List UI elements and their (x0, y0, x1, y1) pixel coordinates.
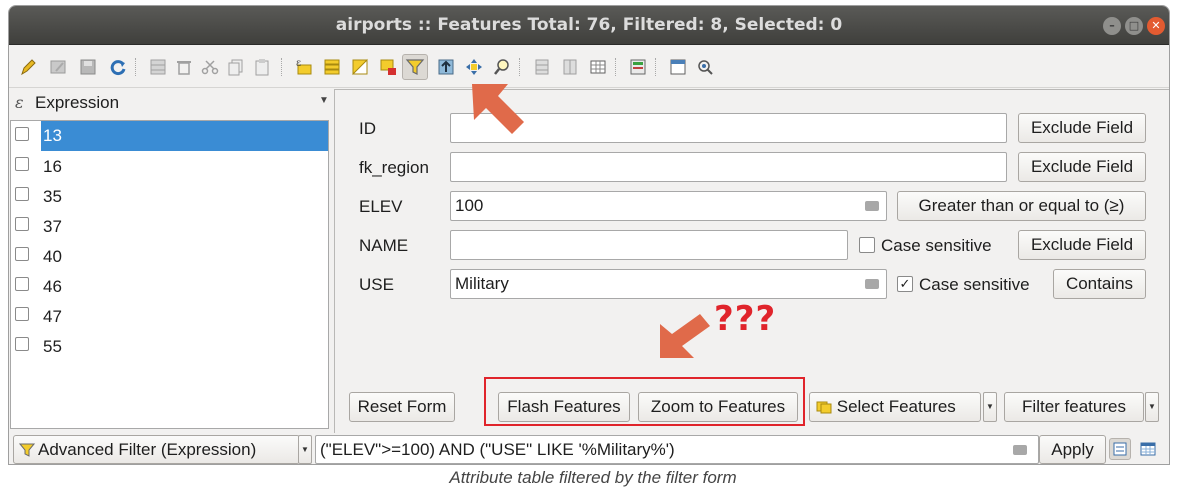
copy-icon[interactable] (225, 56, 247, 78)
use-case-sensitive-checkbox[interactable]: ✓ (897, 276, 913, 292)
filter-form-icon[interactable] (402, 54, 428, 80)
filter-bar: Advanced Filter (Expression) ▼ ("ELEV">=… (9, 433, 1169, 464)
elev-operator-button[interactable]: Greater than or equal to (≥) (897, 191, 1146, 221)
list-item[interactable]: 16 (11, 151, 328, 181)
new-field-icon[interactable] (587, 56, 609, 78)
row-checkbox[interactable] (15, 157, 29, 171)
figure-caption: Attribute table filtered by the filter f… (449, 468, 737, 487)
list-item[interactable]: 46 (11, 271, 328, 301)
select-all-icon[interactable] (321, 56, 343, 78)
name-case-sensitive-label: Case sensitive (881, 236, 992, 255)
elev-field[interactable]: 100 (450, 191, 887, 221)
apply-button[interactable]: Apply (1039, 435, 1106, 464)
clear-icon[interactable] (865, 201, 879, 211)
conditional-format-icon[interactable] (667, 56, 689, 78)
annotation-highlight-box (484, 377, 805, 426)
field-label-id: ID (359, 119, 376, 138)
display-expression-header[interactable]: ε Expression ▼ (9, 89, 333, 115)
paste-icon[interactable] (251, 56, 273, 78)
fk-region-field[interactable] (450, 152, 1007, 182)
paste-cells-icon[interactable] (559, 56, 581, 78)
feature-list-panel: ε Expression ▼ 13 16 35 37 40 46 47 55 (9, 89, 333, 429)
list-item[interactable]: 47 (11, 301, 328, 331)
annotation-arrow-down (660, 314, 710, 358)
save-icon[interactable] (77, 56, 99, 78)
pencil-icon[interactable] (17, 56, 39, 78)
reset-form-button[interactable]: Reset Form (349, 392, 455, 422)
reload-icon[interactable] (107, 56, 129, 78)
copy-cells-icon[interactable] (531, 56, 553, 78)
close-button[interactable]: ✕ (1147, 17, 1165, 35)
id-field[interactable] (450, 113, 1007, 143)
clear-icon[interactable] (1013, 445, 1027, 455)
list-item[interactable]: 55 (11, 331, 328, 361)
row-checkbox[interactable] (15, 277, 29, 291)
pan-icon[interactable] (463, 56, 485, 78)
window-title: airports :: Features Total: 76, Filtered… (335, 15, 843, 35)
select-features-dropdown[interactable]: ▼ (983, 392, 997, 422)
delete-icon[interactable] (173, 56, 195, 78)
row-checkbox[interactable] (15, 217, 29, 231)
feature-list[interactable]: 13 16 35 37 40 46 47 55 (10, 120, 329, 429)
row-checkbox[interactable] (15, 337, 29, 351)
title-bar[interactable]: airports :: Features Total: 76, Filtered… (9, 6, 1169, 45)
filter-icon (19, 443, 35, 457)
table-view-icon[interactable] (1137, 438, 1159, 460)
field-label-elev: ELEV (359, 197, 403, 216)
select-features-button[interactable]: Select Features (809, 392, 981, 422)
form-view-icon[interactable] (1109, 438, 1131, 460)
filter-features-dropdown[interactable]: ▼ (1145, 392, 1159, 422)
actions-icon[interactable] (695, 56, 717, 78)
display-expression-label: Expression (35, 93, 120, 112)
fk-region-exclude-field-button[interactable]: Exclude Field (1018, 152, 1146, 182)
id-exclude-field-button[interactable]: Exclude Field (1018, 113, 1146, 143)
name-field[interactable] (450, 230, 848, 260)
add-feature-icon[interactable] (147, 56, 169, 78)
list-item[interactable]: 40 (11, 241, 328, 271)
row-checkbox[interactable] (15, 187, 29, 201)
list-item[interactable]: 13 (11, 121, 328, 151)
field-calculator-icon[interactable] (627, 56, 649, 78)
multi-edit-icon[interactable] (47, 56, 69, 78)
select-features-icon (816, 401, 832, 414)
name-case-sensitive-checkbox[interactable] (859, 237, 875, 253)
filter-features-button[interactable]: Filter features (1004, 392, 1144, 422)
chevron-down-icon[interactable]: ▼ (319, 95, 329, 106)
list-item[interactable]: 37 (11, 211, 328, 241)
field-label-name: NAME (359, 236, 409, 255)
list-item[interactable]: 35 (11, 181, 328, 211)
zoom-icon[interactable] (491, 56, 513, 78)
cut-icon[interactable] (199, 56, 221, 78)
expression-select-icon[interactable]: ε (293, 56, 315, 78)
row-checkbox[interactable] (15, 247, 29, 261)
svg-text:ε: ε (296, 58, 301, 69)
row-checkbox[interactable] (15, 127, 29, 141)
maximize-button[interactable]: □ (1125, 17, 1143, 35)
use-field[interactable]: Military (450, 269, 887, 299)
clear-icon[interactable] (865, 279, 879, 289)
toolbar: ε (9, 46, 1169, 88)
deselect-icon[interactable] (377, 56, 399, 78)
name-exclude-field-button[interactable]: Exclude Field (1018, 230, 1146, 260)
use-operator-button[interactable]: Contains (1053, 269, 1146, 299)
annotation-question-marks: ??? (714, 299, 777, 339)
use-case-sensitive-label: Case sensitive (919, 275, 1030, 294)
filter-expression-input[interactable]: ("ELEV">=100) AND ("USE" LIKE '%Military… (315, 435, 1039, 464)
filter-mode-select[interactable]: Advanced Filter (Expression) (13, 435, 300, 464)
annotation-arrow-up (472, 84, 524, 134)
row-checkbox[interactable] (15, 307, 29, 321)
epsilon-icon: ε (15, 93, 24, 112)
field-label-fk-region: fk_region (359, 158, 429, 177)
field-label-use: USE (359, 275, 394, 294)
move-top-icon[interactable] (435, 56, 457, 78)
filter-mode-dropdown[interactable]: ▼ (298, 435, 312, 464)
minimize-button[interactable]: – (1103, 17, 1121, 35)
invert-selection-icon[interactable] (349, 56, 371, 78)
